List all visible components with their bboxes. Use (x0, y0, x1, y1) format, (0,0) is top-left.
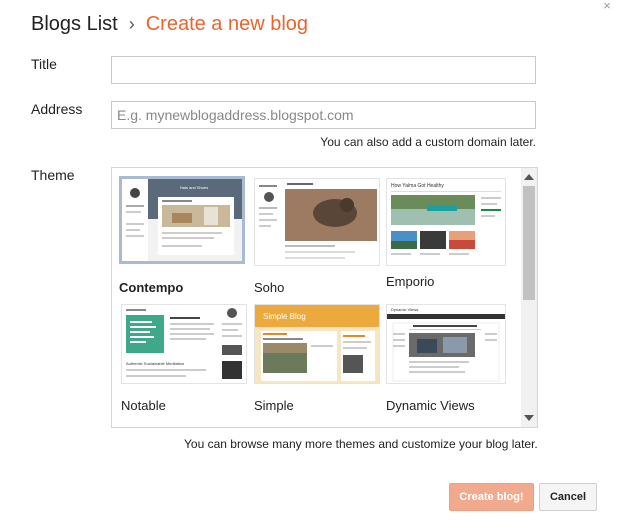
theme-preview-dynamic-views: Dynamic Views (386, 304, 506, 384)
emporio-preview-title: How Yalma Got Healthy (391, 183, 444, 189)
theme-preview-simple: Simple Blog (254, 304, 380, 384)
breadcrumb-separator-icon: › (128, 13, 135, 34)
theme-name-emporio: Emporio (386, 274, 435, 289)
theme-name-notable: Notable (121, 398, 166, 413)
notable-preview-title: Authentic Sustainable Meditation (126, 361, 184, 366)
scroll-up-icon[interactable] (524, 174, 534, 180)
title-input[interactable] (111, 56, 536, 84)
theme-scrollbar[interactable] (521, 168, 537, 427)
themes-hint: You can browse many more themes and cust… (184, 437, 538, 451)
title-label: Title (31, 56, 57, 72)
theme-preview-notable: Authentic Sustainable Meditation (121, 304, 247, 384)
theme-preview-soho (254, 178, 380, 266)
scroll-thumb[interactable] (523, 186, 535, 300)
page-header: Blogs List › Create a new blog (31, 10, 308, 38)
create-blog-button[interactable]: Create blog! (449, 483, 534, 511)
address-hint: You can also add a custom domain later. (320, 135, 536, 149)
theme-preview-emporio: How Yalma Got Healthy (386, 178, 506, 266)
close-icon[interactable]: × (600, 0, 614, 14)
simple-preview-title: Simple Blog (263, 312, 306, 321)
theme-picker[interactable]: Hats and Shoes Contempo Soho How Yalma G… (111, 167, 538, 428)
address-label: Address (31, 101, 83, 117)
cancel-button[interactable]: Cancel (539, 483, 597, 511)
theme-name-soho: Soho (254, 280, 285, 295)
theme-name-contempo: Contempo (119, 280, 184, 295)
contempo-preview-title: Hats and Shoes (180, 185, 208, 190)
scroll-down-icon[interactable] (524, 415, 534, 421)
dynamic-preview-title: Dynamic Views (391, 307, 418, 312)
theme-name-dynamic-views: Dynamic Views (386, 398, 475, 413)
theme-name-simple: Simple (254, 398, 294, 413)
theme-preview-contempo: Hats and Shoes (119, 176, 245, 264)
breadcrumb-blogs-list[interactable]: Blogs List (31, 13, 118, 36)
address-input[interactable] (111, 101, 536, 129)
theme-label: Theme (31, 167, 75, 183)
page-title: Create a new blog (145, 12, 309, 35)
